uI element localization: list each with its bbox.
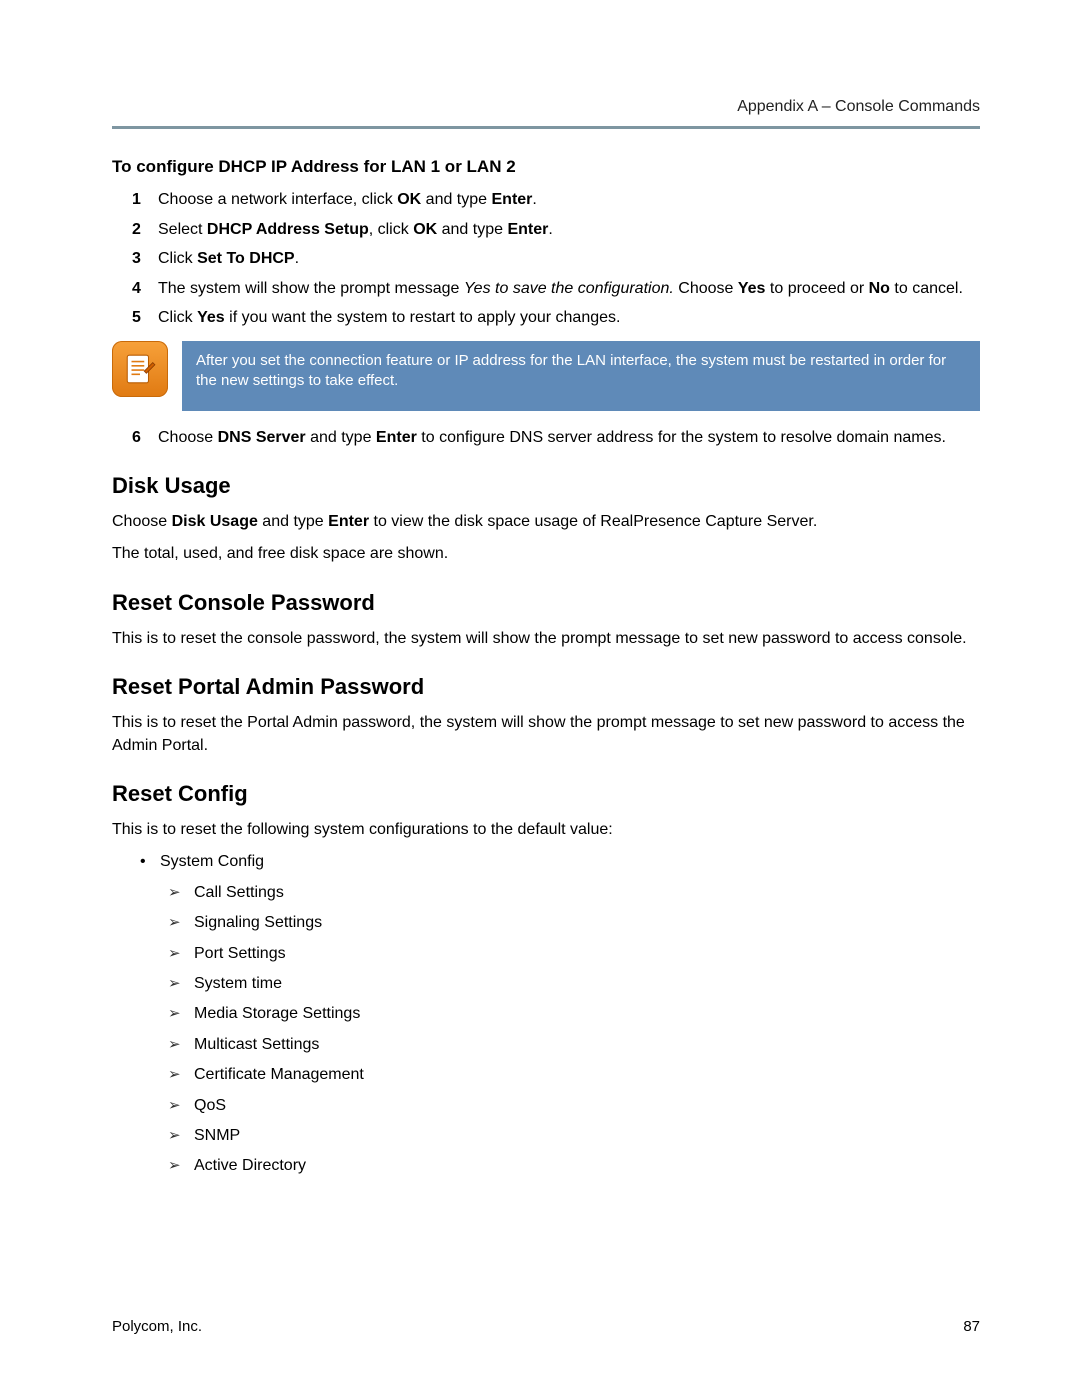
reset-config-list: System Config Call Settings Signaling Set… — [112, 851, 980, 1177]
list-item: System Config Call Settings Signaling Set… — [160, 851, 980, 1177]
note-callout: After you set the connection feature or … — [112, 341, 980, 412]
list-item-label: System Config — [160, 853, 264, 870]
disk-usage-p2: The total, used, and free disk space are… — [112, 543, 980, 565]
disk-usage-p1: Choose Disk Usage and type Enter to view… — [112, 511, 980, 533]
section-title-disk-usage: Disk Usage — [112, 473, 980, 499]
list-item: System time — [194, 973, 980, 995]
reset-config-p: This is to reset the following system co… — [112, 819, 980, 841]
list-item: QoS — [194, 1095, 980, 1117]
list-item: Certificate Management — [194, 1064, 980, 1086]
header-rule — [112, 126, 980, 129]
reset-portal-p: This is to reset the Portal Admin passwo… — [112, 712, 980, 757]
list-item: Active Directory — [194, 1155, 980, 1177]
reset-config-sublist: Call Settings Signaling Settings Port Sett… — [160, 882, 980, 1178]
document-page: Appendix A – Console Commands To configu… — [0, 0, 1080, 1178]
section-title-reset-config: Reset Config — [112, 781, 980, 807]
procedure-step: 5Click Yes if you want the system to res… — [138, 307, 980, 329]
section-title-reset-console: Reset Console Password — [112, 590, 980, 616]
page-footer: Polycom, Inc. 87 — [112, 1318, 980, 1335]
note-icon — [112, 341, 168, 397]
running-head: Appendix A – Console Commands — [112, 98, 980, 116]
list-item: Multicast Settings — [194, 1034, 980, 1056]
list-item: Signaling Settings — [194, 912, 980, 934]
note-text: After you set the connection feature or … — [182, 341, 980, 412]
procedure-step: 2Select DHCP Address Setup, click OK and… — [138, 219, 980, 241]
list-item: SNMP — [194, 1125, 980, 1147]
list-item: Port Settings — [194, 943, 980, 965]
list-item: Call Settings — [194, 882, 980, 904]
procedure-step-6: 6Choose DNS Server and type Enter to con… — [112, 427, 980, 449]
procedure-step: 6Choose DNS Server and type Enter to con… — [138, 427, 980, 449]
procedure-step: 4The system will show the prompt message… — [138, 278, 980, 300]
procedure-steps: 1Choose a network interface, click OK an… — [112, 189, 980, 329]
list-item: Media Storage Settings — [194, 1003, 980, 1025]
procedure-step: 1Choose a network interface, click OK an… — [138, 189, 980, 211]
procedure-title: To configure DHCP IP Address for LAN 1 o… — [112, 157, 980, 177]
reset-console-p: This is to reset the console password, t… — [112, 628, 980, 650]
procedure-step: 3Click Set To DHCP. — [138, 248, 980, 270]
footer-company: Polycom, Inc. — [112, 1318, 202, 1335]
footer-page-number: 87 — [963, 1318, 980, 1335]
section-title-reset-portal: Reset Portal Admin Password — [112, 674, 980, 700]
